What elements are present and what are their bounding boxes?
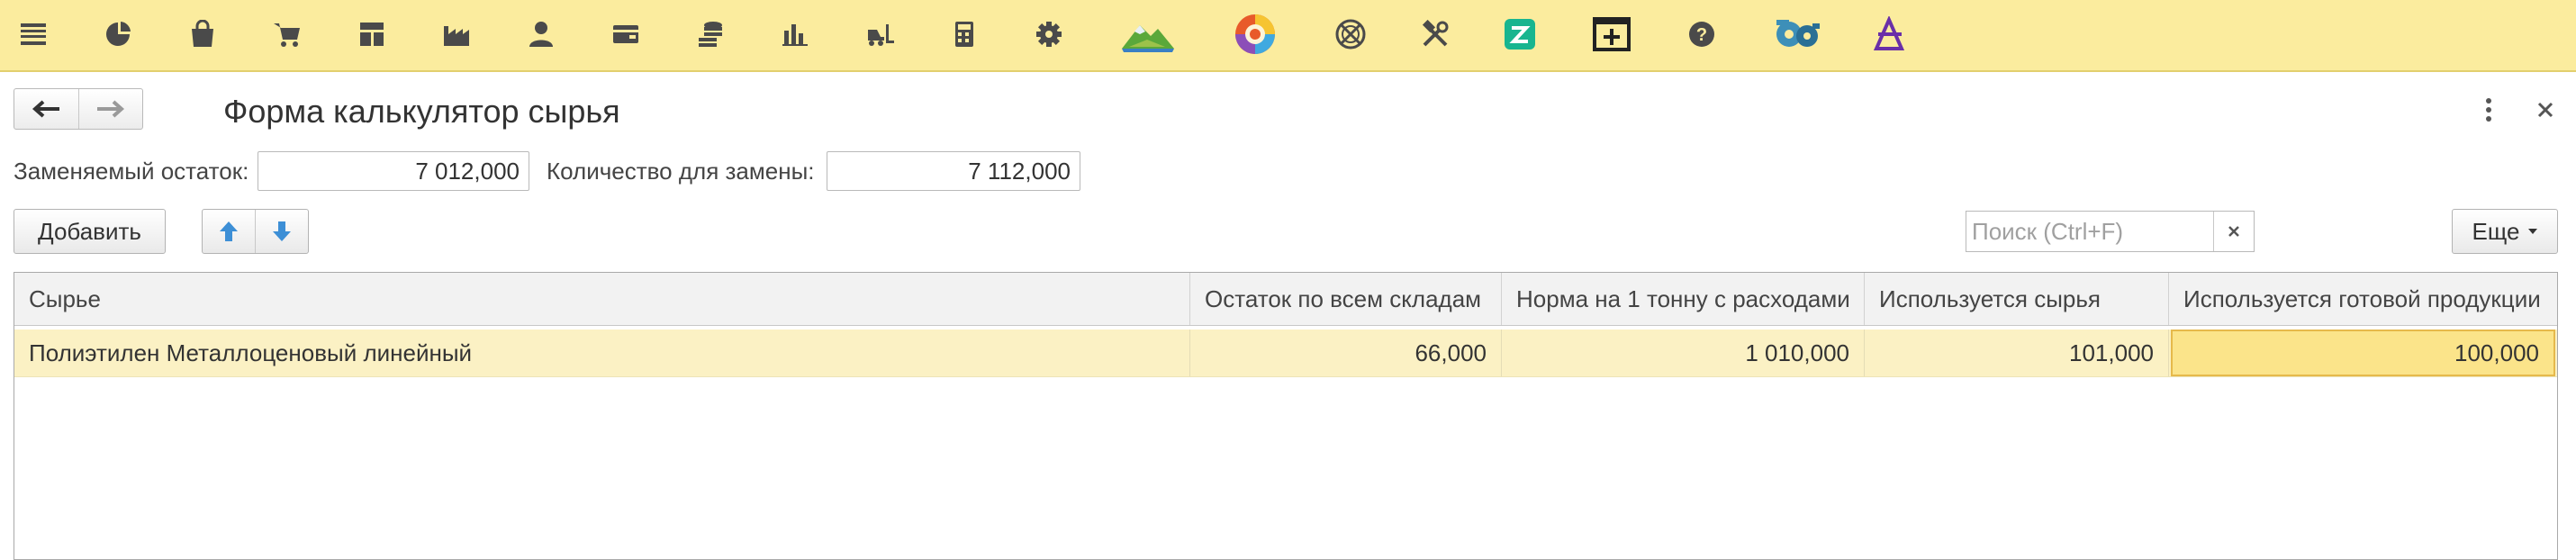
- replaced-remainder-input[interactable]: [258, 151, 529, 191]
- color-wheel-icon[interactable]: [1230, 9, 1280, 59]
- dashboard-icon[interactable]: [347, 9, 397, 59]
- gears-icon[interactable]: [1767, 9, 1826, 59]
- column-header-material[interactable]: Сырье: [14, 273, 1190, 325]
- clear-icon: [2228, 226, 2239, 237]
- add-button[interactable]: Добавить: [14, 209, 166, 254]
- factory-icon[interactable]: [431, 9, 482, 59]
- search-box: [1966, 211, 2255, 252]
- move-down-button[interactable]: [255, 210, 308, 253]
- gear-icon[interactable]: [1024, 9, 1074, 59]
- wallet-icon[interactable]: [601, 9, 651, 59]
- search-clear-button[interactable]: [2213, 212, 2254, 251]
- forward-button[interactable]: [77, 89, 143, 129]
- table-header: Сырье Остаток по всем складам Норма на 1…: [14, 273, 2557, 326]
- replacement-quantity-input[interactable]: [827, 151, 1080, 191]
- more-button[interactable]: Еще: [2452, 209, 2558, 254]
- cell-stock[interactable]: 66,000: [1190, 330, 1502, 376]
- replacement-quantity-label: Количество для замены:: [547, 158, 815, 185]
- column-header-used-raw[interactable]: Используется сырья: [1865, 273, 2169, 325]
- column-header-used-finished[interactable]: Используется готовой продукции: [2169, 273, 2557, 325]
- column-header-stock[interactable]: Остаток по всем складам: [1190, 273, 1502, 325]
- cell-material[interactable]: Полиэтилен Металлоценовый линейный: [14, 330, 1190, 376]
- move-up-button[interactable]: [203, 210, 255, 253]
- menu-icon[interactable]: [8, 9, 59, 59]
- forklift-icon[interactable]: [854, 9, 905, 59]
- cart-icon[interactable]: [262, 9, 312, 59]
- more-button-label: Еще: [2472, 217, 2520, 245]
- coins-icon[interactable]: [685, 9, 736, 59]
- landscape-icon[interactable]: [1116, 9, 1180, 59]
- back-button[interactable]: [14, 89, 78, 129]
- replaced-remainder-label: Заменяемый остаток:: [14, 158, 249, 185]
- pie-chart-icon[interactable]: [93, 9, 143, 59]
- shopping-bag-icon[interactable]: [177, 9, 228, 59]
- materials-table: Сырье Остаток по всем складам Норма на 1…: [14, 272, 2558, 560]
- arrow-right-icon: [96, 100, 124, 118]
- top-toolbar: ?: [0, 0, 2576, 72]
- cell-used-raw[interactable]: 101,000: [1865, 330, 2169, 376]
- help-icon[interactable]: ?: [1677, 9, 1727, 59]
- arrow-down-icon: [273, 221, 291, 241]
- cell-used-finished[interactable]: 100,000: [2171, 330, 2555, 376]
- arrow-left-icon: [32, 100, 60, 118]
- search-input[interactable]: [1966, 212, 2213, 251]
- dropdown-arrow-icon: [2528, 229, 2538, 234]
- cell-norm[interactable]: 1 010,000: [1502, 330, 1865, 376]
- add-window-icon[interactable]: [1586, 9, 1637, 59]
- clock-crossed-icon[interactable]: [1325, 9, 1376, 59]
- green-logo-icon[interactable]: [1495, 9, 1545, 59]
- table-row[interactable]: Полиэтилен Металлоценовый линейный 66,00…: [14, 330, 2557, 377]
- arrow-up-icon: [220, 221, 238, 241]
- navigation-buttons: [14, 88, 143, 130]
- close-icon[interactable]: [2532, 94, 2559, 126]
- move-buttons: [202, 209, 309, 254]
- bar-chart-icon[interactable]: [770, 9, 820, 59]
- form-title: Форма калькулятор сырья: [223, 93, 620, 130]
- purple-logo-icon[interactable]: [1864, 9, 1914, 59]
- person-icon[interactable]: [516, 9, 566, 59]
- calculator-icon[interactable]: [939, 9, 990, 59]
- more-vertical-icon[interactable]: [2478, 94, 2499, 126]
- column-header-norm[interactable]: Норма на 1 тонну с расходами: [1502, 273, 1865, 325]
- svg-text:?: ?: [1696, 25, 1707, 45]
- tools-icon[interactable]: [1410, 9, 1460, 59]
